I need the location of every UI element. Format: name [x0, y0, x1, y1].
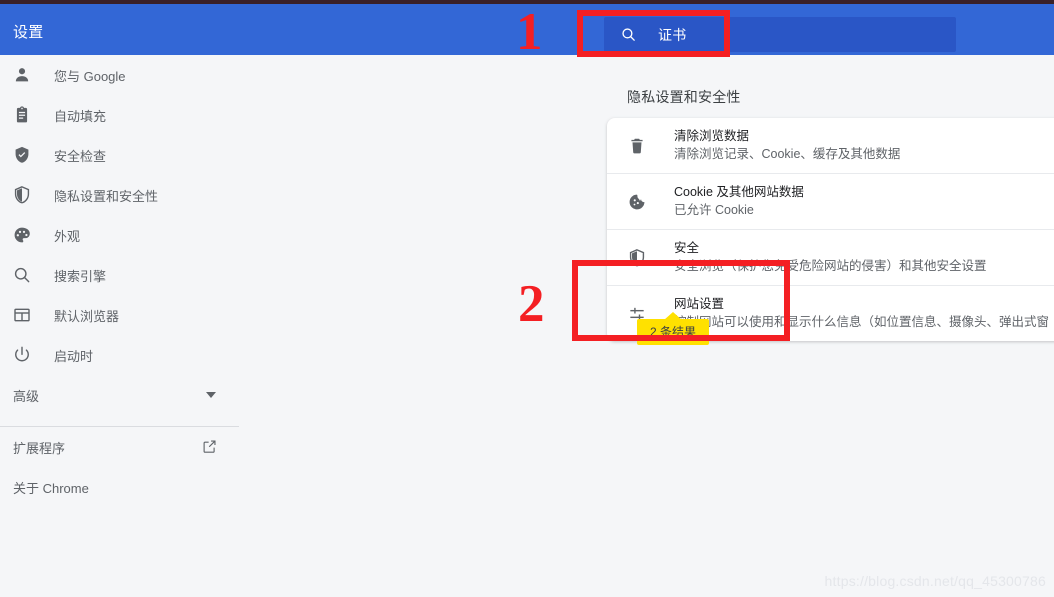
- sidebar-item-label: 自动填充: [54, 108, 107, 124]
- person-icon: [15, 68, 29, 82]
- row-subtitle: 已允许 Cookie: [674, 203, 754, 217]
- search-result-count-badge: 2 条结果: [637, 312, 710, 345]
- sidebar-item-label: 外观: [54, 228, 81, 244]
- browser-icon: [14, 308, 30, 322]
- sidebar-item-appearance[interactable]: 外观: [0, 215, 240, 255]
- row-text: 安全 安全浏览（保护您免受危险网站的侵害）和其他安全设置: [674, 239, 987, 276]
- row-title: 网站设置: [674, 297, 725, 311]
- power-icon: [15, 346, 29, 362]
- annotation-number-2: 2: [518, 275, 545, 333]
- chevron-down-icon: [206, 392, 216, 398]
- row-text: Cookie 及其他网站数据 已允许 Cookie: [674, 183, 804, 220]
- watermark: https://blog.csdn.net/qq_45300786: [824, 573, 1046, 589]
- settings-window: 设置 证书 您与 Google 自动填充 安全检查 隐私设置和安全性 外观 搜索…: [0, 0, 1054, 597]
- row-clear-browsing-data[interactable]: 清除浏览数据 清除浏览记录、Cookie、缓存及其他数据: [607, 118, 1054, 174]
- page-title: 设置: [13, 24, 44, 41]
- section-title: 隐私设置和安全性: [627, 89, 741, 105]
- search-input[interactable]: 证书: [604, 17, 956, 52]
- palette-icon: [14, 227, 30, 243]
- sidebar-item-search-engine[interactable]: 搜索引擎: [0, 255, 240, 295]
- sidebar-item-safety-check[interactable]: 安全检查: [0, 135, 240, 175]
- row-text: 网站设置 控制网站可以使用和显示什么信息（如位置信息、摄像头、弹出式窗: [674, 295, 1049, 332]
- row-subtitle: 安全浏览（保护您免受危险网站的侵害）和其他安全设置: [674, 259, 987, 273]
- cookie-icon: [629, 194, 645, 209]
- sidebar-item-label: 搜索引擎: [54, 268, 107, 284]
- row-cookies-and-site-data[interactable]: Cookie 及其他网站数据 已允许 Cookie: [607, 174, 1054, 230]
- sidebar-item-about-chrome[interactable]: 关于 Chrome: [0, 467, 240, 507]
- shield-icon: [14, 186, 30, 204]
- row-subtitle: 控制网站可以使用和显示什么信息（如位置信息、摄像头、弹出式窗: [674, 315, 1050, 329]
- sidebar-item-advanced[interactable]: 高级: [0, 375, 240, 415]
- row-text: 清除浏览数据 清除浏览记录、Cookie、缓存及其他数据: [674, 127, 900, 164]
- row-title: Cookie 及其他网站数据: [674, 185, 804, 199]
- search-icon: [622, 28, 635, 41]
- annotation-number-1: 1: [516, 3, 543, 61]
- sidebar-item-label: 关于 Chrome: [13, 480, 89, 496]
- sidebar-item-label: 扩展程序: [13, 440, 66, 456]
- sidebar-item-on-startup[interactable]: 启动时: [0, 335, 240, 375]
- external-link-icon: [203, 440, 216, 453]
- sidebar-item-label: 高级: [13, 388, 40, 404]
- sidebar-item-label: 隐私设置和安全性: [54, 188, 159, 204]
- search-input-value: 证书: [658, 26, 687, 43]
- sidebar-item-autofill[interactable]: 自动填充: [0, 95, 240, 135]
- privacy-settings-card: 清除浏览数据 清除浏览记录、Cookie、缓存及其他数据 Cookie 及其他网…: [607, 118, 1054, 341]
- row-title: 清除浏览数据: [674, 129, 750, 143]
- shield-check-icon: [15, 146, 29, 163]
- sidebar-item-label: 默认浏览器: [54, 308, 120, 324]
- sidebar-item-privacy-and-security[interactable]: 隐私设置和安全性: [0, 175, 240, 215]
- search-icon: [14, 267, 30, 283]
- row-title: 安全: [674, 241, 700, 255]
- row-security[interactable]: 安全 安全浏览（保护您免受危险网站的侵害）和其他安全设置: [607, 230, 1054, 286]
- row-subtitle: 清除浏览记录、Cookie、缓存及其他数据: [674, 147, 901, 161]
- sidebar-item-you-and-google[interactable]: 您与 Google: [0, 55, 240, 95]
- sidebar-item-label: 安全检查: [54, 148, 107, 164]
- sidebar-item-extensions[interactable]: 扩展程序: [0, 427, 240, 467]
- sidebar-item-label: 您与 Google: [54, 68, 126, 84]
- sidebar: 您与 Google 自动填充 安全检查 隐私设置和安全性 外观 搜索引擎 默认浏…: [0, 55, 240, 597]
- sidebar-item-label: 启动时: [54, 348, 94, 364]
- clipboard-icon: [16, 106, 28, 123]
- trash-icon: [631, 138, 643, 153]
- sidebar-item-default-browser[interactable]: 默认浏览器: [0, 295, 240, 335]
- shield-icon: [629, 248, 645, 266]
